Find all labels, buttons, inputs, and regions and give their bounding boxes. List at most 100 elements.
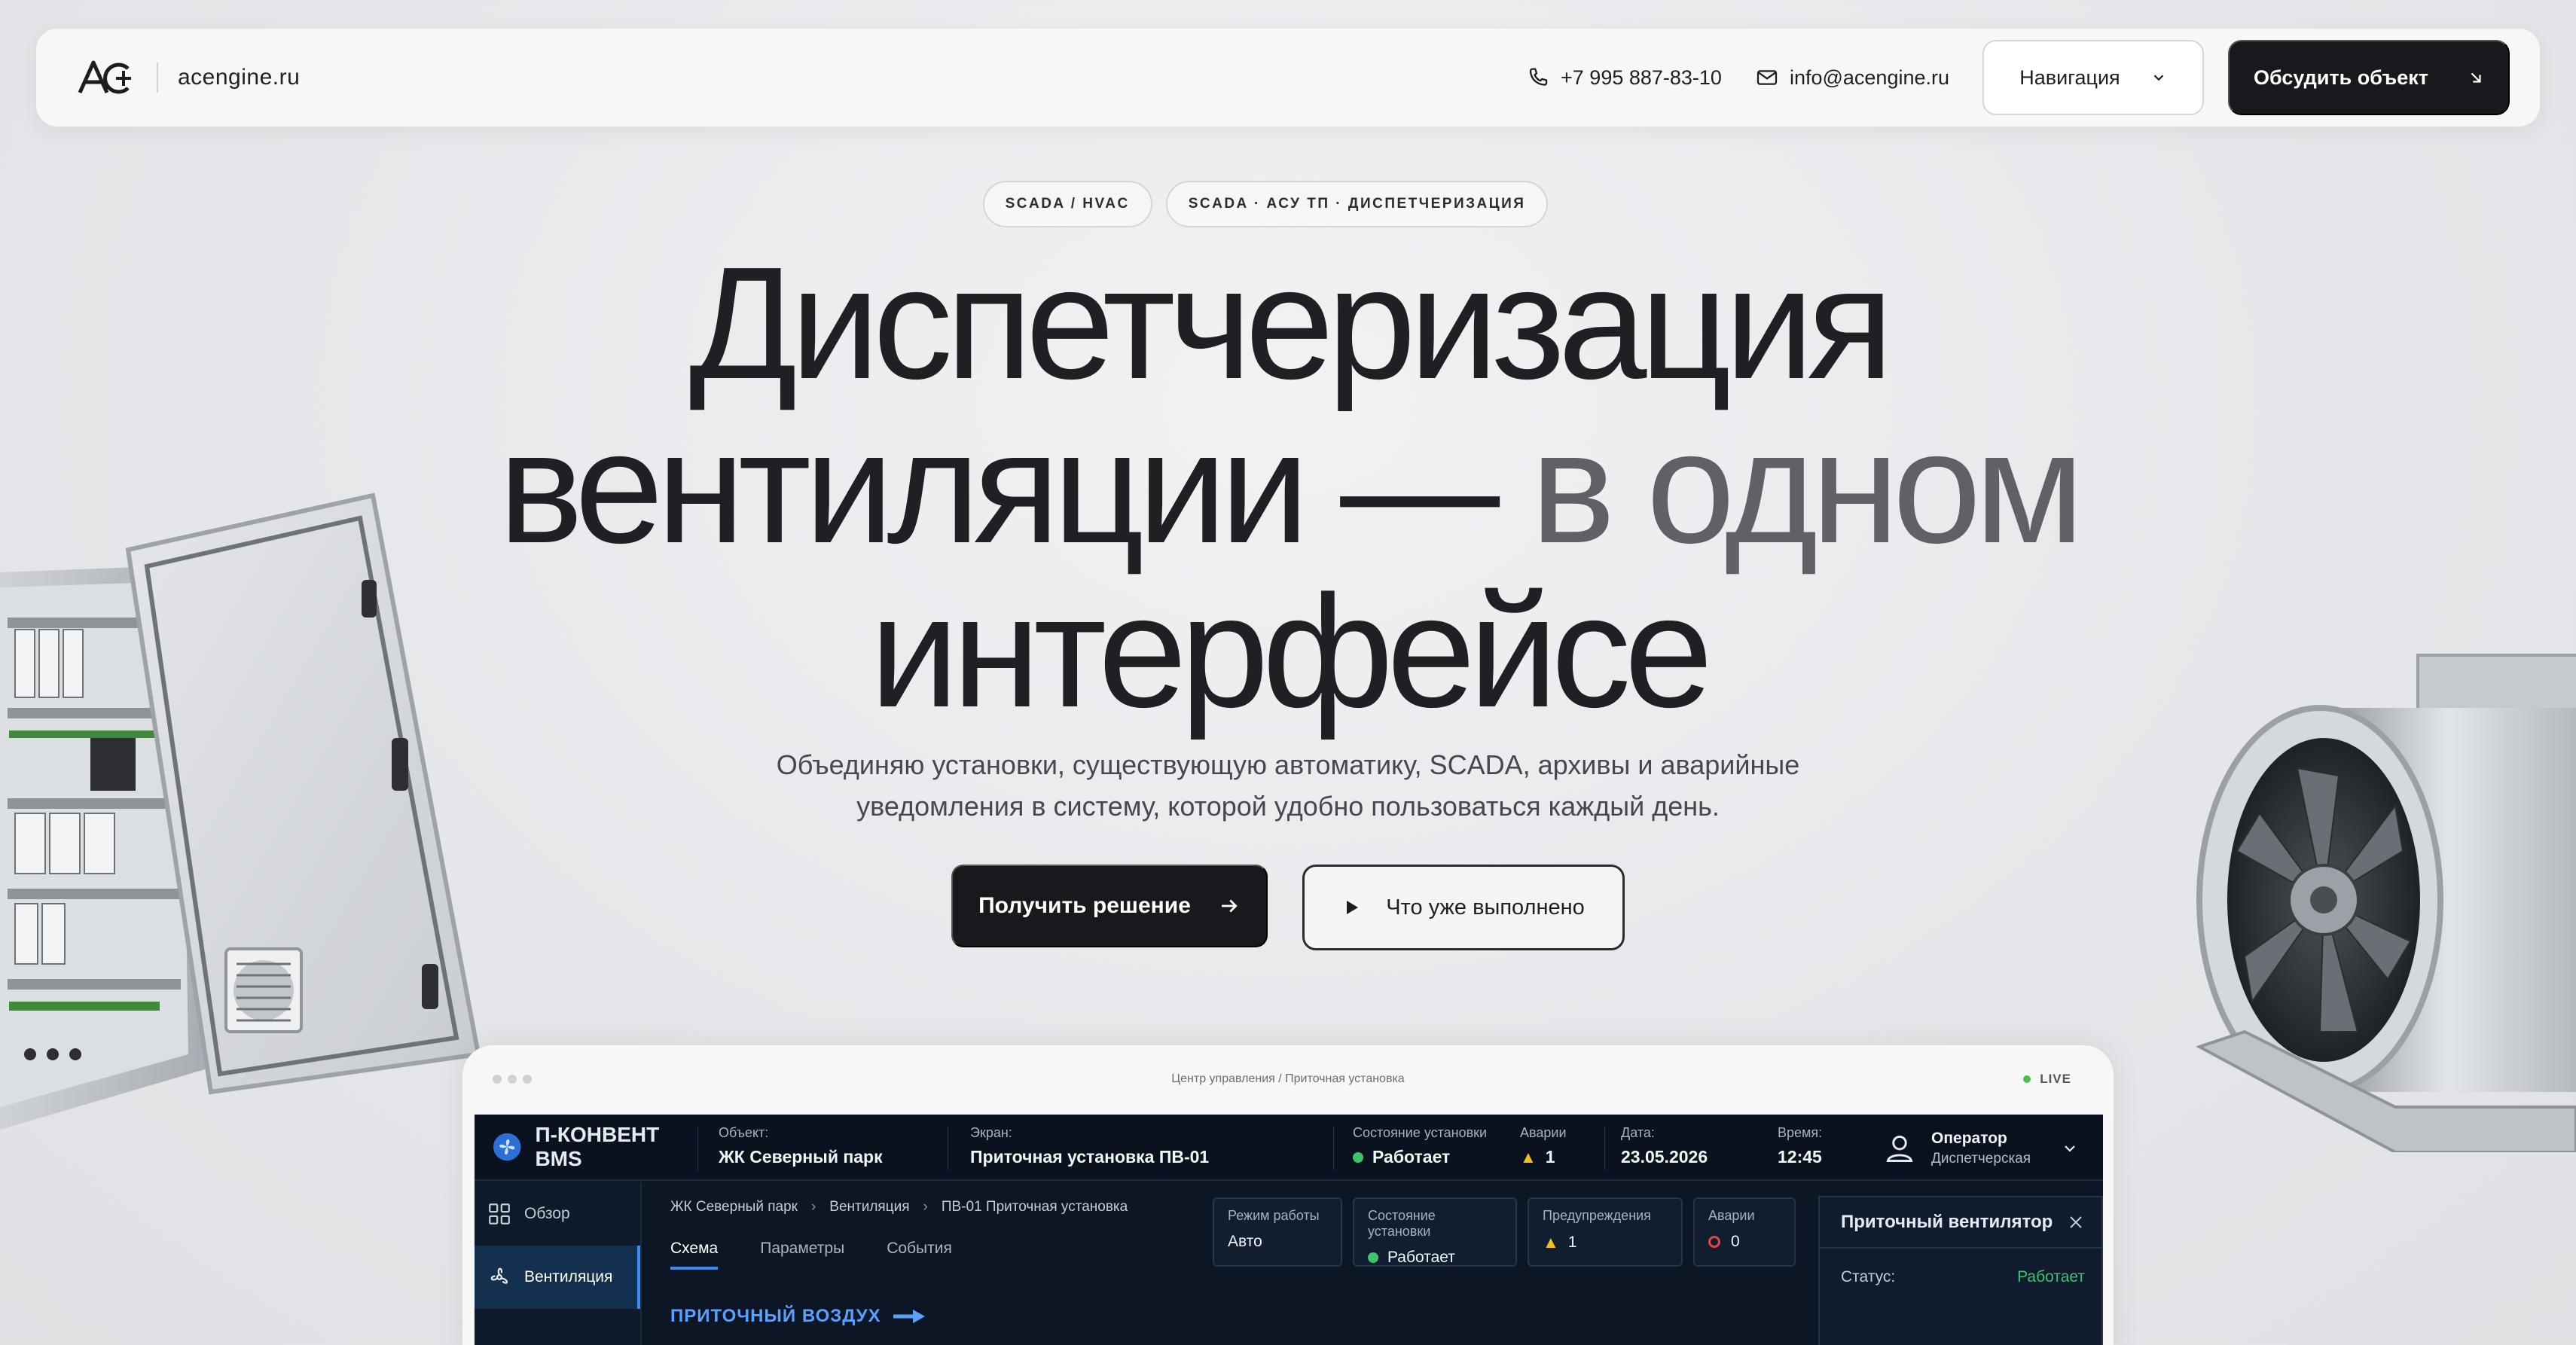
card-value: 0 — [1731, 1233, 1740, 1250]
operator-role: Диспетчерская — [1931, 1151, 2031, 1167]
phone-icon — [1529, 68, 1548, 86]
live-label: LIVE — [2040, 1072, 2071, 1086]
screen-field: Экран: Приточная установка ПВ-01 — [970, 1125, 1209, 1167]
operator-menu[interactable]: Оператор Диспетчерская — [1883, 1130, 2094, 1167]
state-label: Состояние установки — [1353, 1125, 1488, 1140]
tab-scheme[interactable]: Схема — [670, 1240, 719, 1270]
get-solution-label: Получить решение — [978, 893, 1191, 918]
chevron-down-icon — [2153, 75, 2163, 81]
panel-status-row: Статус: Работает — [1820, 1249, 2101, 1286]
axial-fan-illustration — [2195, 654, 2576, 1152]
state-field: Состояние установки Работает — [1353, 1125, 1487, 1167]
card-value: Авто — [1228, 1233, 1262, 1250]
screen-label: Экран: — [970, 1125, 1012, 1140]
phone-link[interactable]: +7 995 887-83-10 — [1526, 66, 1722, 90]
breadcrumb-item[interactable]: ЖК Северный парк — [670, 1199, 798, 1215]
breadcrumb: ЖК Северный парк › Вентиляция › ПВ-01 Пр… — [670, 1199, 1128, 1215]
view-tabs: Схема Параметры События — [670, 1240, 952, 1270]
hero-title-line1: Диспетчеризация — [688, 233, 1894, 412]
scada-brand-name: П-КОНВЕНТ BMS — [535, 1123, 660, 1170]
time-value: 12:45 — [1778, 1147, 1822, 1167]
scada-screen: П-КОНВЕНТ BMS Объект: ЖК Северный парк Э… — [475, 1115, 2103, 1345]
date-label: Дата: — [1621, 1125, 1655, 1140]
panel-header: Приточный вентилятор — [1820, 1197, 2101, 1249]
sidebar-item-label: Вентиляция — [524, 1268, 613, 1286]
fan-icon — [490, 1267, 508, 1284]
warning-icon: ▲ — [1520, 1147, 1537, 1167]
hero-title-line3: интерфейсе — [869, 562, 1714, 740]
mail-icon — [1757, 70, 1778, 85]
chevron-down-icon — [2065, 1145, 2075, 1152]
card-label: Режим работы — [1228, 1208, 1320, 1223]
brand[interactable]: acengine.ru — [77, 56, 300, 99]
hero-lead-line1: Объединяю установки, существующую автома… — [776, 749, 1800, 780]
preview-window-title: Центр управления / Приточная установка — [1171, 1072, 1405, 1085]
supply-fan-panel: Приточный вентилятор Статус: Работает — [1818, 1196, 2103, 1345]
email-text: info@acengine.ru — [1789, 66, 1949, 89]
tag-scada-asu: SCADA · АСУ ТП · ДИСПЕТЧЕРИЗАЦИЯ — [1165, 181, 1549, 227]
alarms-field: Аварии ▲ 1 — [1520, 1125, 1567, 1167]
card-label: Предупреждения — [1543, 1208, 1651, 1223]
card-label: Состояние установки — [1368, 1208, 1436, 1239]
card-label: Аварии — [1708, 1208, 1755, 1223]
logo-icon — [78, 60, 131, 94]
live-indicator: LIVE — [2023, 1072, 2071, 1087]
panel-status-value: Работает — [2017, 1268, 2085, 1286]
status-ok-dot — [1353, 1151, 1363, 1163]
state-value: Работает — [1372, 1147, 1451, 1167]
navigation-label: Навигация — [2019, 66, 2120, 89]
status-ok-dot — [1368, 1252, 1378, 1263]
breadcrumb-item[interactable]: Вентиляция — [829, 1199, 909, 1215]
screen-value: Приточная установка ПВ-01 — [970, 1147, 1210, 1167]
tab-events[interactable]: События — [887, 1240, 952, 1270]
tag-scada-hvac: SCADA / HVAC — [982, 181, 1152, 227]
discuss-object-button[interactable]: Обсудить объект — [2228, 40, 2510, 115]
panel-title: Приточный вентилятор — [1841, 1212, 2053, 1232]
breadcrumb-item: ПВ-01 Приточная установка — [941, 1199, 1128, 1215]
header-separator — [1604, 1127, 1605, 1170]
operator-name: Оператор — [1931, 1130, 2007, 1147]
status-cards: Режим работы Авто Состояние установки Ра… — [1213, 1197, 1796, 1267]
time-field: Время: 12:45 — [1778, 1125, 1822, 1167]
hero-lead-line2: уведомления в систему, которой удобно по… — [856, 791, 1720, 822]
date-value: 23.05.2026 — [1621, 1147, 1708, 1167]
arrow-right-icon — [1221, 899, 1238, 913]
time-label: Время: — [1778, 1125, 1823, 1140]
sidebar-item-overview[interactable]: Обзор — [475, 1182, 640, 1246]
scada-header: П-КОНВЕНТ BMS Объект: ЖК Северный парк Э… — [475, 1115, 2103, 1181]
warnings-card[interactable]: Предупреждения ▲ 1 — [1528, 1197, 1683, 1267]
flow-arrow-icon — [893, 1310, 925, 1323]
panel-status-label: Статус: — [1841, 1268, 1896, 1286]
card-value: Работает — [1387, 1249, 1455, 1266]
sidebar-item-label: Обзор — [524, 1205, 570, 1222]
header-separator — [697, 1127, 698, 1170]
completed-work-button[interactable]: Что уже выполнено — [1302, 865, 1625, 950]
fan-logo-icon — [493, 1133, 521, 1161]
object-value: ЖК Северный парк — [719, 1147, 883, 1167]
completed-work-label: Что уже выполнено — [1386, 895, 1585, 920]
object-label: Объект: — [719, 1125, 769, 1140]
navigation-dropdown[interactable]: Навигация — [1982, 40, 2204, 115]
top-navbar: acengine.ru +7 995 887-83-10 info@acengi… — [36, 29, 2540, 127]
get-solution-button[interactable]: Получить решение — [951, 865, 1268, 947]
site-domain: acengine.ru — [178, 65, 301, 90]
mode-card[interactable]: Режим работы Авто — [1213, 1197, 1342, 1267]
close-icon[interactable] — [2067, 1213, 2085, 1231]
alarms-card[interactable]: Аварии 0 — [1693, 1197, 1796, 1267]
grid-icon — [489, 1203, 510, 1225]
email-link[interactable]: info@acengine.ru — [1755, 66, 1949, 90]
tab-parameters[interactable]: Параметры — [760, 1240, 844, 1270]
state-card[interactable]: Состояние установки Работает — [1353, 1197, 1517, 1267]
scada-brand[interactable]: П-КОНВЕНТ BMS — [493, 1123, 705, 1171]
brand-divider — [157, 63, 158, 93]
phone-text: +7 995 887-83-10 — [1561, 66, 1722, 89]
card-value: 1 — [1567, 1234, 1577, 1251]
alarms-label: Аварии — [1520, 1125, 1567, 1140]
chevron-right-icon: › — [923, 1199, 928, 1215]
arrow-down-right-icon — [2471, 72, 2481, 83]
chevron-right-icon: › — [810, 1199, 816, 1215]
alarms-value: 1 — [1545, 1147, 1555, 1167]
sidebar-item-ventilation[interactable]: Вентиляция — [475, 1246, 640, 1309]
alarm-ring-icon — [1708, 1236, 1720, 1248]
preview-titlebar: Центр управления / Приточная установка L… — [462, 1045, 2114, 1113]
